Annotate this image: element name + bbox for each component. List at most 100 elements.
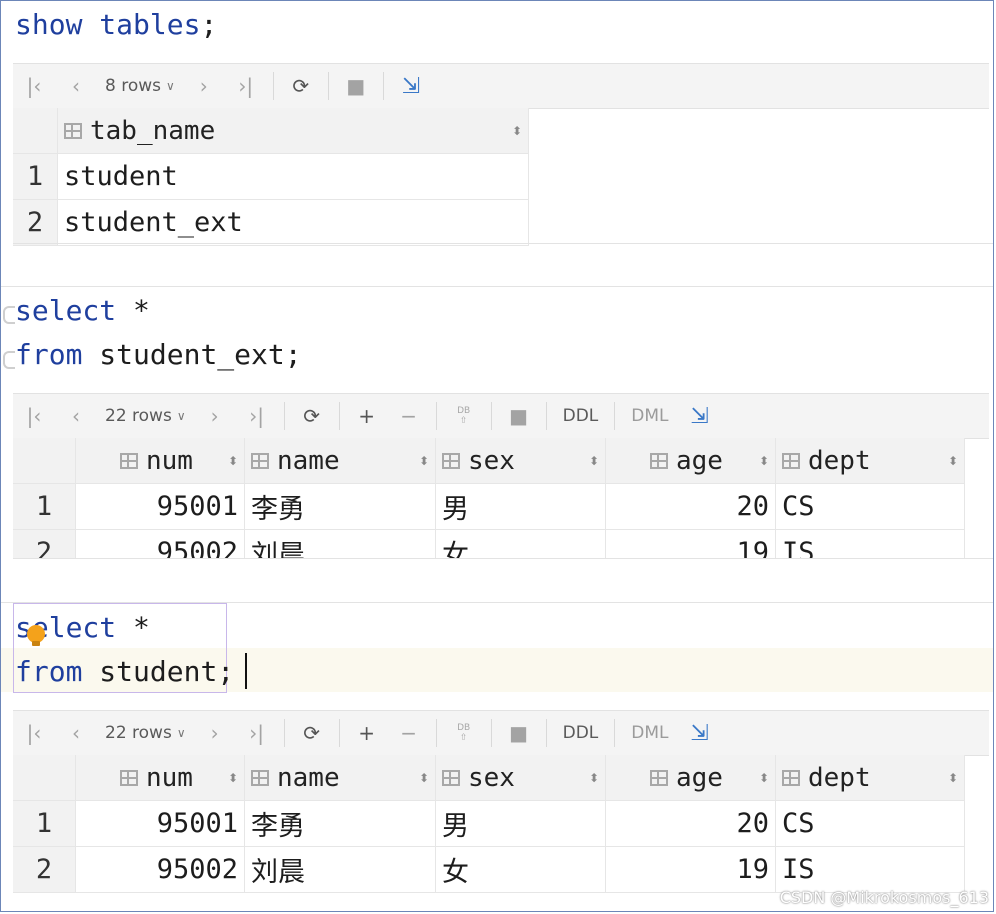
code-line[interactable]: select * — [15, 289, 150, 333]
first-page-icon[interactable]: |‹ — [13, 717, 55, 749]
table-row[interactable]: 1 95001 李勇 男 20 CS — [13, 800, 965, 847]
rows-dropdown[interactable]: 8 rows ∨ — [97, 70, 183, 102]
table-cell[interactable]: CS — [775, 800, 965, 847]
sort-icon[interactable]: ⬍ — [419, 771, 429, 785]
last-page-icon[interactable]: ›| — [236, 400, 278, 432]
column-header[interactable]: dept ⬍ — [775, 755, 965, 801]
sort-icon[interactable]: ⬍ — [759, 454, 769, 468]
table-row[interactable]: 1 95001 李勇 男 20 CS — [13, 483, 965, 530]
code-line[interactable]: from student; — [15, 650, 234, 694]
table-cell[interactable]: 95002 — [75, 529, 245, 558]
lightbulb-icon[interactable] — [27, 625, 45, 646]
table-cell[interactable]: 95001 — [75, 483, 245, 530]
sort-icon[interactable]: ⬍ — [759, 771, 769, 785]
next-page-icon[interactable]: › — [194, 400, 236, 432]
sort-icon[interactable]: ⬍ — [228, 454, 238, 468]
rows-dropdown[interactable]: 22 rows ∨ — [97, 717, 194, 749]
sort-icon[interactable]: ⬍ — [419, 454, 429, 468]
table-row[interactable]: 2 student_ext — [13, 199, 529, 246]
code-line[interactable]: show tables; — [15, 3, 217, 47]
stop-icon[interactable]: ■ — [498, 717, 540, 749]
sort-icon[interactable]: ⬍ — [228, 771, 238, 785]
stop-icon[interactable]: ■ — [335, 70, 377, 102]
toolbar-divider — [283, 719, 285, 747]
rows-dropdown[interactable]: 22 rows ∨ — [97, 400, 194, 432]
fold-marker[interactable] — [3, 306, 15, 324]
next-page-icon[interactable]: › — [183, 70, 225, 102]
dml-button[interactable]: DML — [621, 400, 678, 432]
add-row-icon[interactable]: + — [346, 400, 388, 432]
pin-tab-icon[interactable]: ⇲ — [679, 400, 721, 432]
table-cell[interactable]: 李勇 — [244, 483, 436, 530]
ddl-button[interactable]: DDL — [553, 717, 609, 749]
table-cell[interactable]: 刘晨 — [244, 529, 436, 558]
column-header[interactable]: dept ⬍ — [775, 438, 965, 484]
last-page-icon[interactable]: ›| — [225, 70, 267, 102]
stop-icon[interactable]: ■ — [498, 400, 540, 432]
sort-icon[interactable]: ⬍ — [512, 124, 522, 138]
table-cell[interactable]: 李勇 — [244, 800, 436, 847]
table-row[interactable]: 2 95002 刘晨 女 19 IS — [13, 846, 965, 893]
sort-icon[interactable]: ⬍ — [948, 454, 958, 468]
add-row-icon[interactable]: + — [346, 717, 388, 749]
table-cell[interactable]: 19 — [605, 846, 776, 893]
table-cell[interactable]: 女 — [435, 846, 606, 893]
toolbar-divider — [545, 402, 547, 430]
submit-db-icon[interactable]: DB ⇧ — [443, 400, 485, 432]
prev-page-icon[interactable]: ‹ — [55, 717, 97, 749]
column-header[interactable]: age ⬍ — [605, 755, 776, 801]
table-cell[interactable]: CS — [775, 483, 965, 530]
column-header[interactable]: name ⬍ — [244, 438, 436, 484]
submit-db-icon[interactable]: DB ⇧ — [443, 717, 485, 749]
column-header[interactable]: tab_name ⬍ — [57, 108, 529, 154]
column-header[interactable]: num ⬍ — [75, 755, 245, 801]
code-line[interactable]: from student_ext; — [15, 333, 302, 377]
db-label: DB — [457, 723, 471, 733]
column-header[interactable]: age ⬍ — [605, 438, 776, 484]
table-cell[interactable]: 95001 — [75, 800, 245, 847]
table-cell[interactable]: 刘晨 — [244, 846, 436, 893]
table-row[interactable]: 1 student — [13, 153, 529, 200]
column-header-label: age — [676, 445, 723, 476]
row-number: 1 — [13, 153, 58, 200]
table-cell[interactable]: 20 — [605, 483, 776, 530]
remove-row-icon[interactable]: − — [388, 400, 430, 432]
prev-page-icon[interactable]: ‹ — [55, 400, 97, 432]
column-header[interactable]: num ⬍ — [75, 438, 245, 484]
table-cell[interactable]: student — [57, 153, 529, 200]
first-page-icon[interactable]: |‹ — [13, 70, 55, 102]
code-text: * — [116, 294, 150, 327]
table-row[interactable]: 2 95002 刘晨 女 19 IS — [13, 529, 965, 558]
dml-button[interactable]: DML — [621, 717, 678, 749]
ddl-button[interactable]: DDL — [553, 400, 609, 432]
fold-marker[interactable] — [3, 351, 15, 369]
toolbar-divider — [327, 72, 329, 100]
sort-icon[interactable]: ⬍ — [589, 454, 599, 468]
column-header[interactable]: sex ⬍ — [435, 755, 606, 801]
column-header[interactable]: name ⬍ — [244, 755, 436, 801]
table-cell[interactable]: 男 — [435, 483, 606, 530]
reload-icon[interactable]: ⟳ — [291, 400, 333, 432]
sort-icon[interactable]: ⬍ — [948, 771, 958, 785]
reload-icon[interactable]: ⟳ — [291, 717, 333, 749]
table-cell[interactable]: 男 — [435, 800, 606, 847]
table-cell[interactable]: 19 — [605, 529, 776, 558]
first-page-icon[interactable]: |‹ — [13, 400, 55, 432]
table-cell[interactable]: IS — [775, 846, 965, 893]
table-cell[interactable]: 95002 — [75, 846, 245, 893]
prev-page-icon[interactable]: ‹ — [55, 70, 97, 102]
column-header[interactable]: sex ⬍ — [435, 438, 606, 484]
divider — [1, 286, 993, 287]
table-cell[interactable]: 女 — [435, 529, 606, 558]
reload-icon[interactable]: ⟳ — [280, 70, 322, 102]
pin-tab-icon[interactable]: ⇲ — [390, 70, 432, 102]
table-cell[interactable]: 20 — [605, 800, 776, 847]
table-cell[interactable]: student_ext — [57, 199, 529, 246]
remove-row-icon[interactable]: − — [388, 717, 430, 749]
pin-tab-icon[interactable]: ⇲ — [679, 717, 721, 749]
db-label: DB — [457, 406, 471, 416]
sort-icon[interactable]: ⬍ — [589, 771, 599, 785]
next-page-icon[interactable]: › — [194, 717, 236, 749]
table-cell[interactable]: IS — [775, 529, 965, 558]
last-page-icon[interactable]: ›| — [236, 717, 278, 749]
